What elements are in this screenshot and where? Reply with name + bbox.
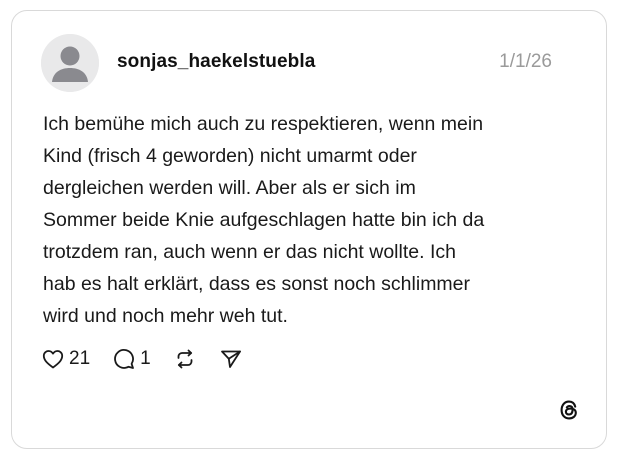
post-username[interactable]: sonjas_haekelstuebla: [117, 51, 315, 73]
post-text-line: hab es halt erklärt, dass es sonst noch …: [43, 273, 471, 295]
send-paper-plane-icon: [220, 350, 241, 368]
like-button[interactable]: 21: [41, 347, 90, 371]
reply-count: 1: [140, 348, 151, 369]
heart-icon: [42, 350, 64, 369]
default-avatar-icon: [41, 34, 99, 92]
post-text-line: trotzdem ran, auch wenn er das nicht wol…: [43, 241, 456, 263]
like-count: 21: [69, 348, 91, 369]
share-button[interactable]: [219, 347, 243, 371]
comment-bubble-icon: [114, 349, 135, 369]
threads-logo-icon: [556, 397, 582, 423]
post-text-line: Sommer beide Knie aufgeschlagen hatte bi…: [43, 209, 485, 231]
repost-button[interactable]: [173, 347, 197, 371]
action-bar: 21 1: [41, 344, 265, 374]
post-body: Ich bemühe mich auch zu respektieren, we…: [43, 108, 583, 332]
user-avatar[interactable]: [41, 34, 99, 92]
post-text-line: Ich bemühe mich auch zu respektieren, we…: [43, 113, 484, 135]
reply-button[interactable]: 1: [112, 347, 151, 371]
post-card: sonjas_haekelstuebla 1/1/26 Ich bemühe m…: [11, 10, 607, 449]
repost-arrows-icon: [177, 349, 193, 369]
post-text-line: wird und noch mehr weh tut.: [43, 305, 288, 327]
post-text-line: Kind (frisch 4 geworden) nicht umarmt od…: [43, 145, 417, 167]
post-text-line: dergleichen werden will. Aber als er sic…: [43, 177, 416, 199]
post-timestamp: 1/1/26: [499, 51, 552, 72]
